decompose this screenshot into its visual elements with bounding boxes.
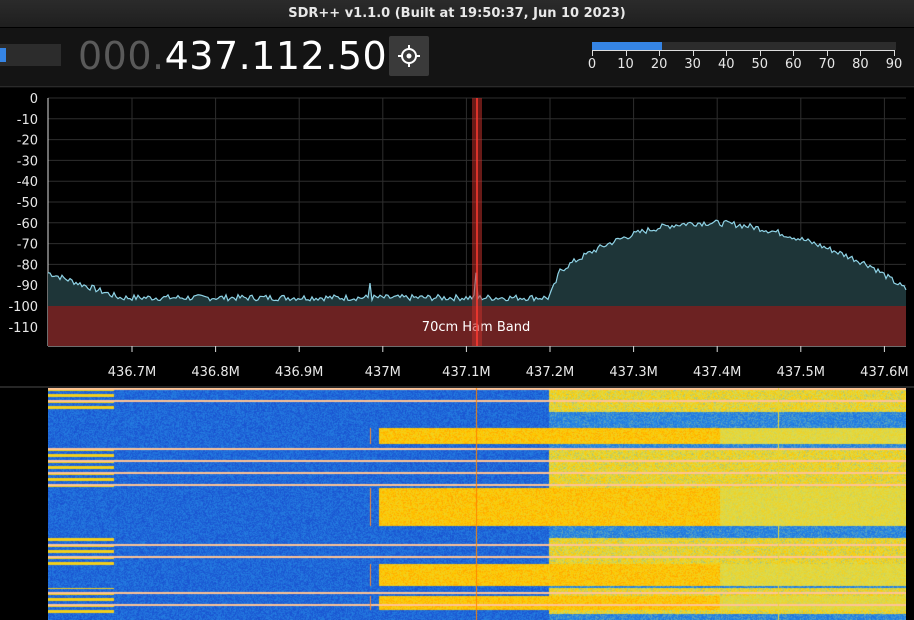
window-title: SDR++ v1.1.0 (Built at 19:50:37, Jun 10 … bbox=[288, 6, 626, 21]
fft-y-tick-label: -100 bbox=[8, 300, 38, 315]
fft-spectrum[interactable]: 0 -10 -20 -30 -40 -50 -60 -70 -80 -90 -100 -110 436.… bbox=[0, 88, 914, 386]
snr-tick-label: 40 bbox=[717, 57, 735, 72]
snr-tick-label: 20 bbox=[650, 57, 668, 72]
fft-y-tick-label: -70 bbox=[17, 238, 38, 253]
snr-tick-label: 70 bbox=[818, 57, 836, 72]
snr-tick-label: 80 bbox=[852, 57, 869, 72]
waterfall-display[interactable] bbox=[48, 388, 906, 620]
snr-tick bbox=[793, 50, 795, 56]
fft-x-tick-label: 437.5M bbox=[777, 365, 825, 380]
fft-y-tick-label: -20 bbox=[17, 134, 38, 149]
toolbar-divider bbox=[0, 86, 914, 87]
fft-y-tick-label: -60 bbox=[17, 217, 38, 232]
snr-tick bbox=[894, 50, 895, 56]
frequency-digits[interactable]: 437.112.500 bbox=[165, 34, 412, 78]
snr-tick-label: 50 bbox=[751, 57, 769, 72]
snr-meter: 0 10 20 30 40 50 60 70 80 90 bbox=[588, 40, 902, 80]
fft-y-tick-label: -40 bbox=[17, 175, 38, 190]
fft-x-tick-label: 436.7M bbox=[108, 365, 156, 380]
snr-tick bbox=[692, 50, 694, 56]
fft-y-tick-label: 0 bbox=[30, 92, 38, 107]
crosshair-icon bbox=[398, 45, 420, 67]
snr-meter-level bbox=[592, 42, 663, 50]
volume-slider[interactable] bbox=[0, 44, 61, 66]
fft-y-tick-label: -110 bbox=[8, 321, 38, 336]
frequency-display[interactable]: 000.437.112.500 bbox=[78, 30, 412, 82]
frequency-leading-digits[interactable]: 000. bbox=[78, 34, 165, 78]
fft-y-tick-label: -90 bbox=[17, 279, 38, 294]
fft-x-tick-label: 437M bbox=[365, 365, 401, 380]
fft-y-tick-label: -50 bbox=[17, 196, 38, 211]
snr-tick bbox=[860, 50, 862, 56]
snr-tick-label: 30 bbox=[684, 57, 701, 72]
fft-y-tick-label: -80 bbox=[17, 258, 38, 273]
title-bar: SDR++ v1.1.0 (Built at 19:50:37, Jun 10 … bbox=[0, 0, 914, 28]
snr-meter-axis bbox=[592, 50, 894, 51]
snr-tick bbox=[592, 50, 593, 56]
snr-tick-label: 60 bbox=[785, 57, 802, 72]
snr-tick-label: 10 bbox=[617, 57, 634, 72]
center-tuning-button[interactable] bbox=[389, 36, 429, 76]
waterfall-right-margin bbox=[906, 388, 914, 620]
snr-tick-label: 0 bbox=[587, 57, 597, 72]
snr-tick-label: 90 bbox=[885, 57, 903, 72]
fft-x-tick-label: 437.6M bbox=[860, 365, 908, 380]
fft-x-tick-label: 437.1M bbox=[442, 365, 490, 380]
snr-tick bbox=[826, 50, 828, 56]
volume-slider-fill bbox=[0, 48, 6, 62]
snr-tick bbox=[659, 50, 661, 56]
fft-x-tick-label: 436.8M bbox=[191, 365, 239, 380]
snr-tick bbox=[759, 50, 761, 56]
fft-x-tick-label: 436.9M bbox=[275, 365, 323, 380]
snr-tick bbox=[625, 50, 627, 56]
fft-x-tick-label: 437.4M bbox=[693, 365, 741, 380]
waterfall-left-margin bbox=[0, 388, 48, 620]
fft-x-tick-label: 437.2M bbox=[526, 365, 574, 380]
fft-y-tick-label: -30 bbox=[17, 154, 38, 169]
fft-y-tick-label: -10 bbox=[17, 113, 38, 128]
fft-x-tick-label: 437.3M bbox=[609, 365, 657, 380]
snr-tick bbox=[726, 50, 728, 56]
